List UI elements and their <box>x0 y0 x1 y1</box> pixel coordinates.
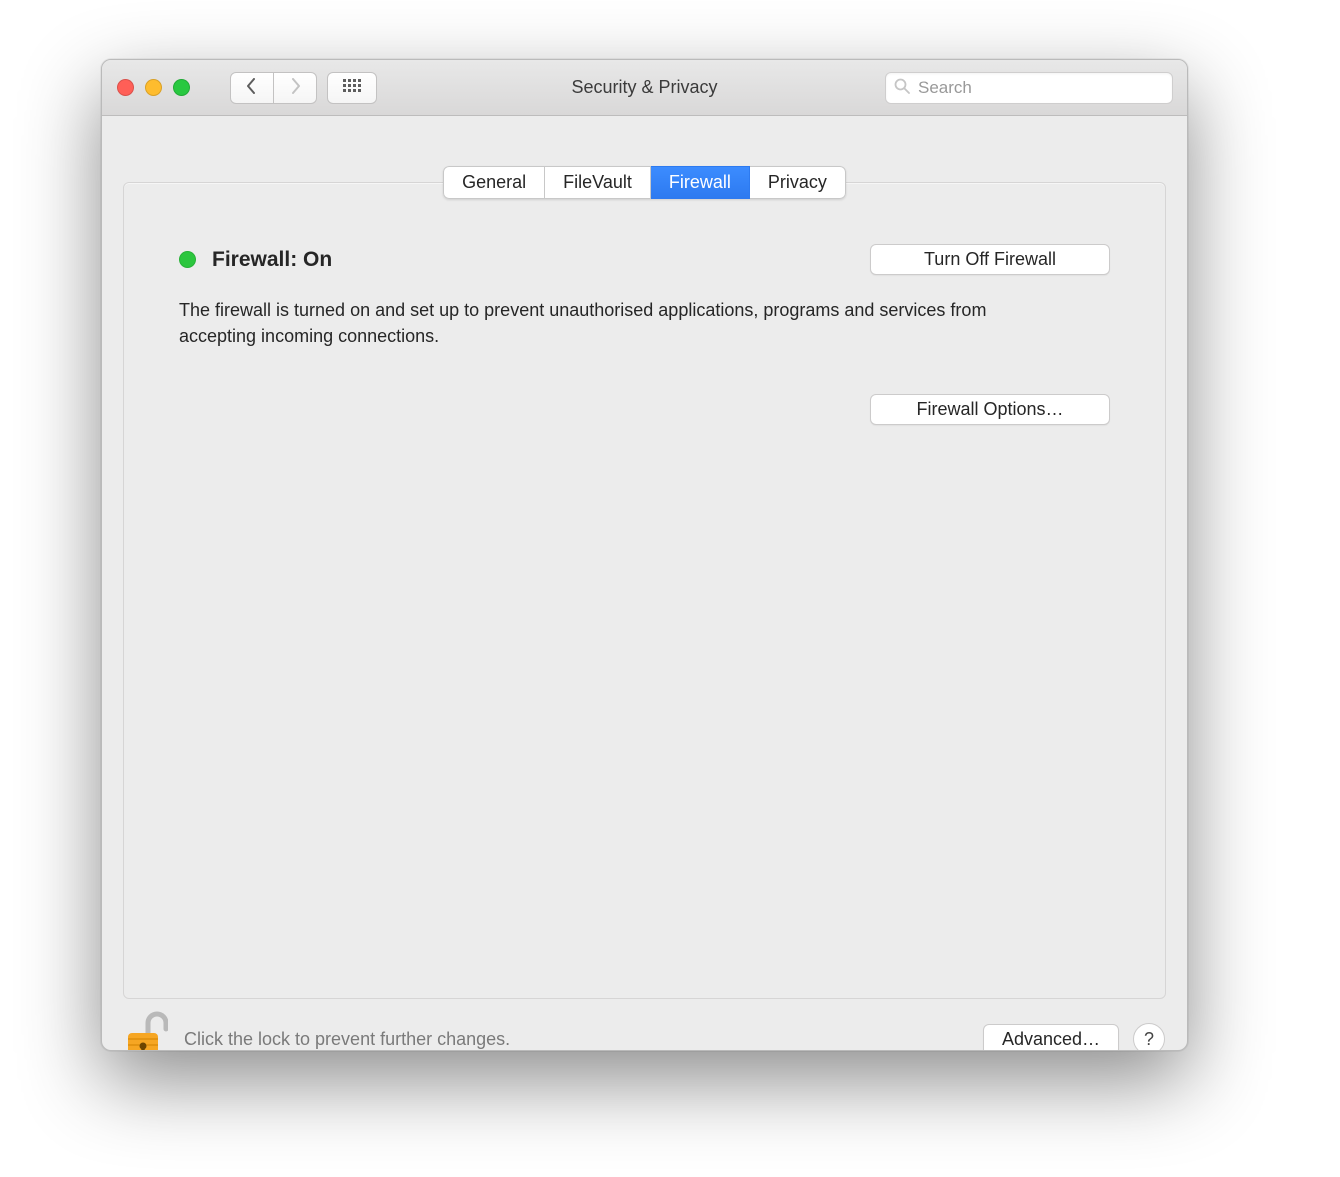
tab-bar: General FileVault Firewall Privacy <box>443 166 846 199</box>
firewall-status-row: Firewall: On Turn Off Firewall <box>179 244 1110 275</box>
preferences-window: Security & Privacy General FileVault Fir… <box>101 59 1188 1051</box>
firewall-description: The firewall is turned on and set up to … <box>179 297 999 349</box>
zoom-window-button[interactable] <box>173 79 190 96</box>
minimize-window-button[interactable] <box>145 79 162 96</box>
help-button[interactable]: ? <box>1133 1023 1165 1051</box>
chevron-left-icon <box>246 78 258 97</box>
search-icon <box>894 78 910 97</box>
tab-privacy[interactable]: Privacy <box>750 166 846 199</box>
help-icon: ? <box>1144 1029 1154 1050</box>
tab-filevault[interactable]: FileVault <box>545 166 651 199</box>
chevron-right-icon <box>289 78 301 97</box>
nav-buttons <box>230 72 317 104</box>
content-panel: Firewall: On Turn Off Firewall The firew… <box>123 182 1166 999</box>
show-all-preferences-button[interactable] <box>327 72 377 104</box>
tab-general[interactable]: General <box>443 166 545 199</box>
search-input[interactable] <box>916 77 1164 99</box>
close-window-button[interactable] <box>117 79 134 96</box>
titlebar: Security & Privacy <box>102 60 1187 116</box>
lock-button[interactable] <box>124 1011 168 1051</box>
footer: Click the lock to prevent further change… <box>102 999 1187 1051</box>
advanced-button[interactable]: Advanced… <box>983 1024 1119 1052</box>
status-indicator-icon <box>179 251 196 268</box>
turn-off-firewall-button[interactable]: Turn Off Firewall <box>870 244 1110 275</box>
tab-firewall[interactable]: Firewall <box>651 166 750 199</box>
search-field[interactable] <box>885 72 1173 104</box>
grid-icon <box>343 79 361 96</box>
firewall-options-button[interactable]: Firewall Options… <box>870 394 1110 425</box>
forward-button[interactable] <box>274 72 317 104</box>
lock-hint-text: Click the lock to prevent further change… <box>184 1029 510 1050</box>
back-button[interactable] <box>230 72 274 104</box>
window-controls <box>117 79 190 96</box>
firewall-status-label: Firewall: On <box>212 248 332 272</box>
